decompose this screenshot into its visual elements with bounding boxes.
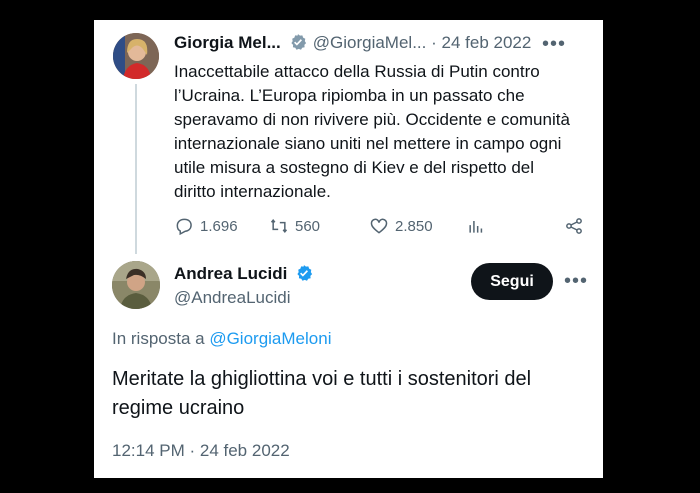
share-icon bbox=[566, 218, 582, 234]
retweet-icon bbox=[270, 218, 288, 234]
reply-author-name[interactable]: Andrea Lucidi bbox=[174, 264, 319, 287]
retweet-count: 560 bbox=[295, 217, 321, 235]
reply-author-handle[interactable]: @AndreaLucidi bbox=[174, 288, 291, 308]
tweet-text: Inaccettabile attacco della Russia di Pu… bbox=[174, 62, 570, 201]
avatar-giorgia[interactable] bbox=[113, 33, 159, 79]
reply-context: In risposta a @GiorgiaMeloni bbox=[112, 329, 331, 349]
views-icon bbox=[469, 221, 483, 233]
reply-to-link[interactable]: @GiorgiaMeloni bbox=[209, 329, 331, 348]
reply-author-name-text[interactable]: Andrea Lucidi bbox=[174, 264, 287, 283]
action-bar: 1.696 560 2.850 bbox=[174, 216, 584, 240]
tweet-header: Giorgia Mel... @GiorgiaMel... · 24 feb 20… bbox=[174, 33, 584, 59]
like-icon bbox=[370, 218, 388, 234]
verified-icon bbox=[295, 264, 313, 287]
share-button[interactable] bbox=[564, 216, 584, 236]
reply-prefix: In risposta a bbox=[112, 329, 210, 348]
author-name[interactable]: Giorgia Mel... bbox=[174, 33, 281, 52]
reply-button[interactable]: 1.696 bbox=[174, 216, 238, 236]
more-icon[interactable]: ••• bbox=[542, 33, 566, 56]
avatar-andrea[interactable] bbox=[112, 261, 160, 309]
author-handle[interactable]: @GiorgiaMel... bbox=[313, 33, 427, 52]
reply-text: Meritate la ghigliottina voi e tutti i s… bbox=[112, 368, 532, 419]
tweet-date[interactable]: 24 feb 2022 bbox=[442, 33, 532, 52]
retweet-button[interactable]: 560 bbox=[269, 216, 320, 236]
reply-icon bbox=[176, 218, 192, 236]
like-count: 2.850 bbox=[395, 217, 433, 235]
reply-count: 1.696 bbox=[200, 217, 238, 235]
reply-timestamp[interactable]: 12:14 PM · 24 feb 2022 bbox=[112, 441, 290, 461]
follow-button[interactable]: Segui bbox=[471, 263, 553, 300]
tweet-card: Giorgia Mel... @GiorgiaMel... · 24 feb 20… bbox=[94, 20, 603, 478]
verified-icon bbox=[289, 33, 307, 56]
separator: · bbox=[431, 33, 437, 52]
thread-line bbox=[135, 84, 137, 254]
like-button[interactable]: 2.850 bbox=[369, 216, 433, 236]
views-button[interactable] bbox=[466, 216, 486, 236]
more-icon[interactable]: ••• bbox=[564, 270, 588, 293]
